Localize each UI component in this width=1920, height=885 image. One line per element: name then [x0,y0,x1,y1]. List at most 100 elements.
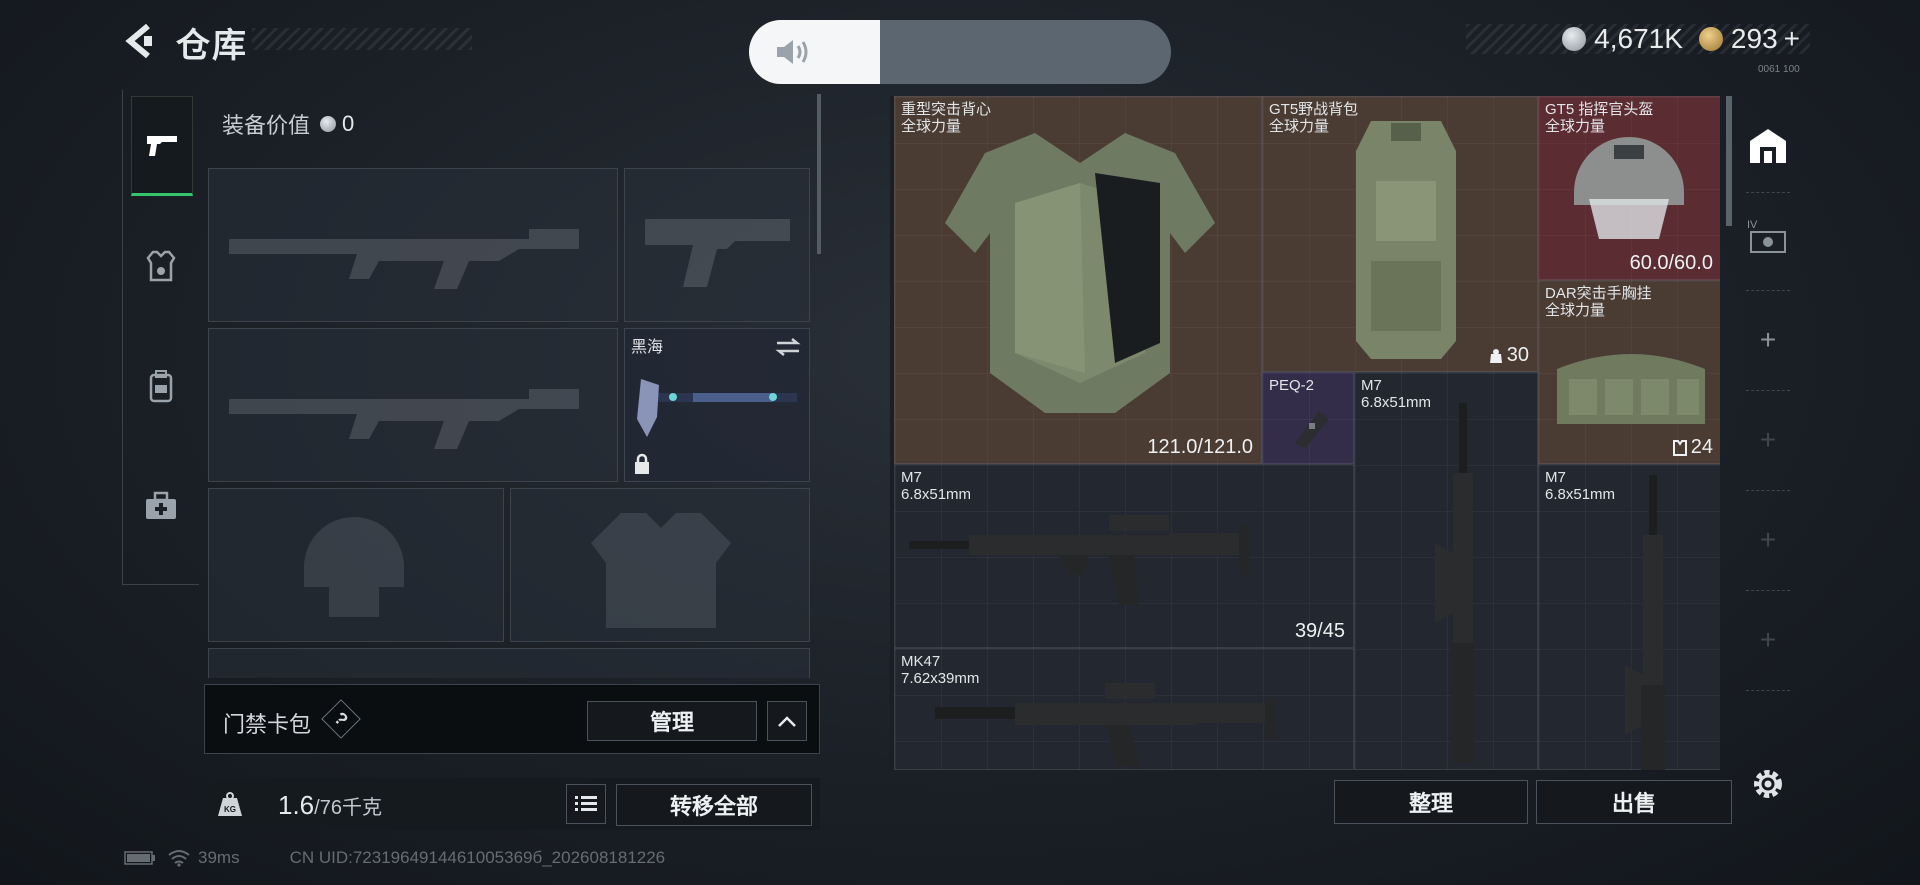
rail-divider [1746,590,1790,591]
expand-button[interactable] [767,701,807,741]
armor-slot[interactable] [510,488,810,642]
pistol-icon [147,136,177,156]
rifle-vertical-icon [1435,403,1475,763]
gold-amount: 293 [1730,23,1778,54]
voice-volume-toggle[interactable] [749,20,1171,84]
settings-button[interactable] [1738,754,1798,814]
melee-slot[interactable]: 黑海 [624,328,810,482]
warehouse-tab[interactable] [1738,116,1798,176]
equip-value: 装备价值 0 [222,108,354,140]
silver-currency: 4,671K [1562,23,1683,55]
silver-coin-icon [1562,27,1587,51]
primary-weapon-slot-2[interactable] [208,328,618,482]
helmet-slot[interactable] [208,488,504,642]
tomahawk-icon [637,379,797,437]
stash-scrollbar[interactable] [1726,96,1732,226]
item-chest-rig[interactable]: DAR突击手胸挂 全球力量 24 [1538,280,1720,464]
bag-icon [1489,348,1502,363]
weight-text: 1.6/76千克 [278,790,382,821]
status-bar: 39ms CN UID:7231964914461005369б_2026081… [124,848,665,868]
category-sidebar [122,90,199,585]
rail-divider [1746,690,1790,691]
add-stash-page-button[interactable]: + [1738,510,1798,570]
tab-weapons[interactable] [131,96,193,196]
equip-value-label: 装备价值 [222,113,311,138]
silver-amount: 4,671K [1594,23,1683,54]
item-m7-vertical[interactable]: M7 6.8x51mm [1354,372,1538,770]
stash-page-rail: IV + + + + [1738,96,1798,816]
item-name: DAR突击手胸挂 全球力量 [1545,285,1652,319]
pistol-silhouette-icon [645,219,790,287]
sell-button[interactable]: 出售 [1536,780,1732,824]
rail-divider [1746,290,1790,291]
item-m7-vertical-2[interactable]: M7 6.8x51mm [1538,464,1720,770]
melee-name: 黑海 [631,339,664,356]
weight-icon: KG [218,792,242,816]
iv-label: IV [1747,219,1758,231]
primary-weapon-slot-1[interactable] [208,168,618,322]
helmet-silhouette-icon [304,517,404,617]
sort-button[interactable]: 整理 [1334,780,1528,824]
armor-silhouette-icon [591,513,731,628]
tab-medkit[interactable] [131,458,191,554]
loadout-panel: 装备价值 0 黑海 门禁卡包 ? 管理 KG 1.6/76千克 转移全部 [204,90,826,830]
rifle-horizontal-icon [909,515,1249,605]
item-durability: 60.0/60.0 [1629,252,1713,274]
wifi-icon [168,850,190,867]
item-name: PEQ-2 [1269,377,1315,394]
chest-rig-capacity: 24 [1672,436,1713,459]
add-stash-page-button[interactable]: + [1738,310,1798,370]
silver-coin-icon [320,116,337,132]
ping-text: 39ms [198,848,240,867]
add-stash-page-button[interactable]: + [1738,610,1798,670]
manage-button[interactable]: 管理 [587,701,757,741]
help-icon[interactable]: ? [321,699,361,739]
item-m7-horizontal[interactable]: M7 6.8x51mm 39/45 [894,464,1354,648]
backpack-icon [149,370,173,403]
item-vest[interactable]: 重型突击背心 全球力量 121.0/121.0 [894,96,1262,464]
item-ammo: 39/45 [1294,620,1345,642]
rail-divider [1746,490,1790,491]
gold-coin-icon [1698,27,1723,51]
back-arrow-icon [125,23,152,59]
weight-bar: KG 1.6/76千克 转移全部 [204,778,820,830]
page-title: 仓库 [176,27,248,65]
rifle-vertical-icon [1625,475,1665,770]
back-button[interactable] [120,20,158,62]
medkit-icon [146,491,176,519]
transfer-all-button[interactable]: 转移全部 [616,784,812,826]
rifle-silhouette-icon [229,389,579,449]
swap-icon[interactable] [775,337,801,357]
voice-level-fill [749,20,880,84]
item-helmet[interactable]: GT5 指挥官头盔 全球力量 60.0/60.0 [1538,96,1720,280]
item-peq-2[interactable]: PEQ-2 [1262,372,1354,464]
tab-armor[interactable] [131,218,191,314]
lock-icon [635,453,649,474]
add-currency-button[interactable]: + [1784,23,1800,55]
rifle-horizontal-icon [935,683,1275,767]
item-mk47[interactable]: MK47 7.62x39mm [894,648,1354,770]
chest-rig-icon [1557,354,1705,424]
sidearm-slot[interactable] [624,168,810,322]
tab-backpack[interactable] [131,338,191,434]
list-view-button[interactable] [566,784,606,824]
warehouse-icon [1750,129,1786,163]
item-capacity: 24 [1690,436,1713,458]
battery-icon [124,851,155,865]
rail-divider [1746,390,1790,391]
item-durability: 121.0/121.0 [1147,436,1253,458]
add-stash-page-button[interactable]: + [1738,410,1798,470]
gear-icon [1754,770,1782,798]
storage-iv-tab[interactable]: IV [1738,206,1798,266]
item-capacity: 30 [1506,344,1529,366]
item-backpack[interactable]: GT5野战背包 全球力量 30 [1262,96,1538,372]
card-pack-label: 门禁卡包 [223,712,312,737]
backpack-item-icon [1356,121,1456,359]
loadout-scrollbar[interactable] [817,94,821,254]
stash-actions: 整理 出售 [890,778,1732,828]
rig-icon [1672,439,1687,456]
weight-value: 1.6 [278,790,315,820]
chevron-up-icon [778,716,796,727]
equip-value-amount: 0 [342,111,355,136]
armor-icon [146,250,176,282]
